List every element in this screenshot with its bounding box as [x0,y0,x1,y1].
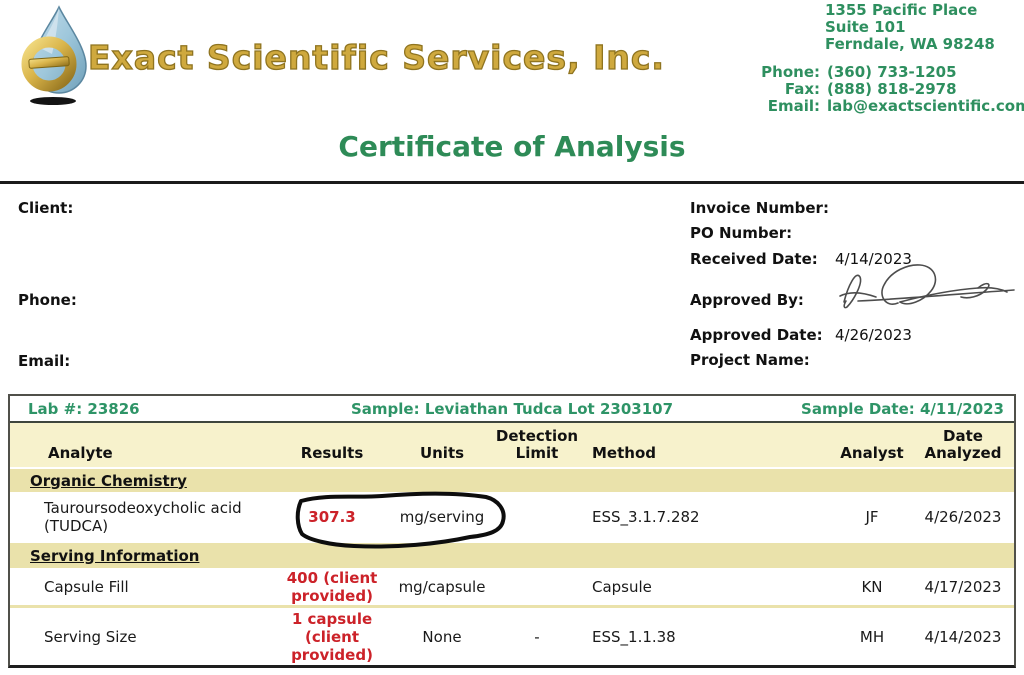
col-header-analyte: Analyte [10,445,272,462]
invoice-number-label: Invoice Number: [690,199,829,217]
units-value: mg/capsule [392,578,492,596]
section-serving-information-title: Serving Information [30,547,199,565]
client-email-label: Email: [18,352,70,370]
email-label: Email: [690,98,820,115]
analyst-value: KN [832,578,912,596]
table-row-tudca: Tauroursodeoxycholic acid (TUDCA) 307.3 … [10,492,1014,541]
address-line-1: 1355 Pacific Place [825,2,995,19]
phone-value: (360) 733-1205 [827,64,957,81]
address-line-3: Ferndale, WA 98248 [825,36,995,53]
date-analyzed-value: 4/17/2023 [912,578,1014,596]
date-analyzed-line2: Analyzed [912,445,1014,462]
table-sample-header-row: Lab #: 23826 Sample: Leviathan Tudca Lot… [10,396,1014,423]
client-phone-label: Phone: [18,291,77,309]
col-header-units: Units [392,445,492,462]
email-row: Email: lab@exactscientific.com [690,98,1024,115]
po-number-label: PO Number: [690,224,792,242]
company-contacts: Phone: (360) 733-1205 Fax: (888) 818-297… [690,64,1024,115]
result-value: 307.3 [272,508,392,526]
divider-rule [0,181,1024,184]
detection-limit-line2: Limit [492,445,582,462]
analyte-name: Capsule Fill [10,578,272,596]
approved-by-label: Approved By: [690,291,804,309]
client-label: Client: [18,199,73,217]
approved-date-label: Approved Date: [690,326,823,344]
detection-limit-line1: Detection [492,428,582,445]
company-address: 1355 Pacific Place Suite 101 Ferndale, W… [825,2,995,53]
page-title: Certificate of Analysis [0,130,1024,163]
lab-number: Lab #: 23826 [20,400,351,418]
received-date-label: Received Date: [690,250,818,268]
result-value: 400 (client provided) [272,569,392,605]
certificate-of-analysis-page: Exact Scientific Services, Inc. 1355 Pac… [0,0,1024,675]
email-value: lab@exactscientific.com [827,98,1024,115]
project-name-label: Project Name: [690,351,810,369]
table-column-headers: Analyte Results Units Detection Limit Me… [10,423,1014,467]
results-table: Lab #: 23826 Sample: Leviathan Tudca Lot… [8,394,1016,668]
phone-row: Phone: (360) 733-1205 [690,64,1024,81]
detection-limit-value: - [492,628,582,646]
analyst-value: JF [832,508,912,526]
fax-label: Fax: [690,81,820,98]
table-row-capsule-fill: Capsule Fill 400 (client provided) mg/ca… [10,568,1014,608]
col-header-detection-limit: Detection Limit [492,428,582,462]
date-analyzed-line1: Date [912,428,1014,445]
date-analyzed-value: 4/14/2023 [912,628,1014,646]
analyst-value: MH [832,628,912,646]
analyte-name: Serving Size [10,628,272,646]
table-row-serving-size: Serving Size 1 capsule (client provided)… [10,608,1014,665]
result-value: 1 capsule (client provided) [272,610,392,664]
method-value: ESS_1.1.38 [582,628,832,646]
fax-row: Fax: (888) 818-2978 [690,81,1024,98]
approved-date-value: 4/26/2023 [835,326,912,344]
units-value: None [392,628,492,646]
sample-date: Sample Date: 4/11/2023 [673,400,1004,418]
analyte-name: Tauroursodeoxycholic acid (TUDCA) [10,499,272,535]
section-organic-chemistry-title: Organic Chemistry [30,472,187,490]
phone-label: Phone: [690,64,820,81]
method-value: ESS_3.1.7.282 [582,508,832,526]
col-header-results: Results [272,445,392,462]
units-value: mg/serving [392,508,492,526]
fax-value: (888) 818-2978 [827,81,957,98]
sample-name: Sample: Leviathan Tudca Lot 2303107 [351,400,673,418]
date-analyzed-value: 4/26/2023 [912,508,1014,526]
section-serving-information: Serving Information [10,541,1014,568]
address-line-2: Suite 101 [825,19,995,36]
method-value: Capsule [582,578,832,596]
col-header-analyst: Analyst [832,445,912,462]
col-header-date-analyzed: Date Analyzed [912,428,1014,462]
col-header-method: Method [582,445,832,462]
section-organic-chemistry: Organic Chemistry [10,467,1014,492]
company-name: Exact Scientific Services, Inc. [88,38,665,77]
approved-by-signature [828,256,1020,322]
